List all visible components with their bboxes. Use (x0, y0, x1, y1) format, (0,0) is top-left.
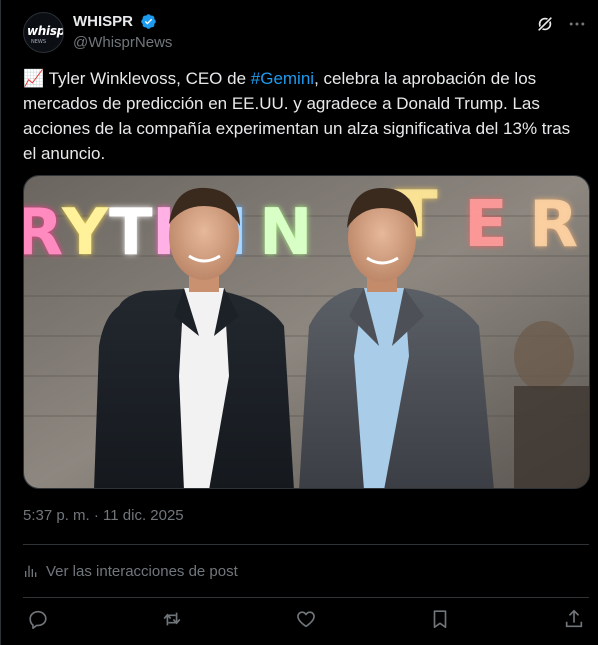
svg-text:R: R (529, 188, 578, 262)
repost-button[interactable] (161, 608, 185, 632)
share-button[interactable] (563, 608, 587, 632)
post-card: whispr NEWS WHISPR @WhisprNews � (0, 0, 598, 645)
author-display-name[interactable]: WHISPR (73, 13, 133, 30)
avatar-logo-sub: NEWS (31, 39, 47, 45)
svg-text:T: T (109, 196, 153, 270)
repost-icon (163, 612, 181, 626)
post-timestamp[interactable]: 5:37 p. m. · 11 dic. 2025 (23, 507, 184, 524)
post-header: whispr NEWS WHISPR @WhisprNews (23, 12, 589, 56)
view-insights-label: Ver las interacciones de post (46, 563, 238, 580)
post-photo[interactable]: R Y T H I N T E R R Y T H I N T E R (23, 175, 590, 489)
bookmark-icon (433, 610, 447, 629)
hashtag-link[interactable]: #Gemini (251, 69, 314, 88)
divider (23, 544, 589, 545)
reply-button[interactable] (27, 608, 51, 632)
reply-icon (29, 610, 47, 629)
chart-emoji: 📈 (23, 69, 45, 88)
author-handle[interactable]: @WhisprNews (73, 34, 172, 51)
author-block: WHISPR @WhisprNews (73, 13, 172, 51)
photo-illustration: R Y T H I N T E R R Y T H I N T E R (24, 176, 589, 488)
like-button[interactable] (295, 608, 319, 632)
divider (23, 597, 589, 598)
like-icon (297, 611, 315, 628)
post-text: 📈 Tyler Winklevoss, CEO de #Gemini, cele… (23, 66, 571, 166)
avatar-logo-text: whispr (27, 24, 63, 38)
bookmark-button[interactable] (429, 608, 453, 632)
grok-icon[interactable] (535, 14, 555, 34)
analytics-icon (25, 565, 37, 577)
action-bar (23, 608, 589, 634)
post-text-part-1: Tyler Winklevoss, CEO de (48, 69, 251, 88)
share-icon (565, 609, 583, 628)
verified-badge-icon (141, 14, 157, 30)
avatar[interactable]: whispr NEWS (23, 12, 64, 53)
more-options-icon[interactable] (567, 14, 587, 34)
svg-text:N: N (259, 196, 313, 270)
svg-text:Y: Y (61, 196, 109, 270)
svg-text:E: E (464, 188, 508, 262)
svg-text:R: R (24, 196, 63, 270)
